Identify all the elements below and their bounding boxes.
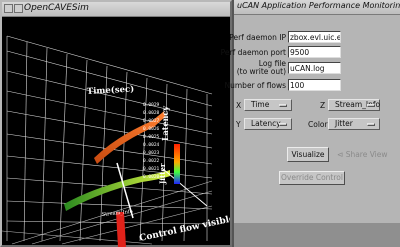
svg-text:0.0022: 0.0022 bbox=[143, 158, 160, 164]
share-view-icon: ⊲ bbox=[337, 150, 344, 159]
color-select[interactable]: Jitter bbox=[328, 118, 380, 130]
color-label: Color bbox=[308, 120, 328, 129]
cave-window-title: OpenCAVESim bbox=[24, 3, 89, 13]
daemon-port-input[interactable]: 9500 bbox=[288, 46, 341, 58]
svg-text:0.0023: 0.0023 bbox=[143, 150, 160, 156]
3d-viewport[interactable]: Time(sec) 0.0029 0.0028 0.0027 0.0026 0.… bbox=[2, 16, 230, 247]
jitter-axis-title: Jitter bbox=[158, 163, 167, 185]
y-axis-select[interactable]: Latency bbox=[244, 118, 292, 130]
time-axis-title: Time(sec) bbox=[87, 84, 135, 97]
num-flows-label: Number of flows bbox=[224, 81, 286, 90]
cave-titlebar[interactable]: OpenCAVESim bbox=[2, 2, 230, 17]
daemon-ip-label: Perf daemon IP bbox=[229, 33, 286, 42]
log-file-sublabel: (to write out) bbox=[236, 67, 286, 76]
svg-text:0.0025: 0.0025 bbox=[143, 134, 160, 140]
share-view-button[interactable]: ⊲ Share View bbox=[336, 147, 388, 162]
opencavesim-window: OpenCAVESim Time(sec) 0.0029 0.0028 0.00… bbox=[0, 0, 232, 247]
jitter-color-legend bbox=[174, 144, 180, 184]
svg-text:0.0028: 0.0028 bbox=[143, 110, 160, 116]
perf-titlebar[interactable]: uCAN Application Performance Monitoring bbox=[234, 0, 400, 15]
perf-monitor-window: uCAN Application Performance Monitoring … bbox=[221, 0, 400, 247]
visualize-button[interactable]: Visualize bbox=[287, 147, 329, 162]
x-axis-label: X bbox=[236, 101, 242, 110]
z-axis-select[interactable]: Stream_Info bbox=[328, 99, 380, 111]
minimize-icon[interactable] bbox=[14, 4, 23, 13]
svg-text:0.0029: 0.0029 bbox=[143, 102, 160, 108]
x-axis-select[interactable]: Time bbox=[244, 99, 292, 111]
svg-text:0.0024: 0.0024 bbox=[143, 142, 160, 148]
y-axis-label: Y bbox=[236, 120, 241, 129]
override-control-button[interactable]: Override Control bbox=[279, 171, 345, 185]
daemon-port-label: Perf daemon port bbox=[220, 48, 286, 57]
scene-canvas: Time(sec) 0.0029 0.0028 0.0027 0.0026 0.… bbox=[2, 35, 230, 247]
red-bar bbox=[116, 212, 126, 247]
window-menu-icon[interactable] bbox=[4, 4, 13, 13]
perf-settings-panel: Perf daemon IP zbox.evl.uic.edu Perf dae… bbox=[221, 15, 400, 223]
desktop-background bbox=[234, 223, 400, 247]
perf-window-title: uCAN Application Performance Monitoring bbox=[237, 1, 400, 10]
svg-text:0.0026: 0.0026 bbox=[143, 126, 160, 132]
z-axis-label: Z bbox=[320, 101, 326, 110]
log-file-input[interactable]: uCAN.log bbox=[288, 62, 341, 74]
daemon-ip-input[interactable]: zbox.evl.uic.edu bbox=[288, 31, 341, 43]
num-flows-input[interactable]: 100 bbox=[288, 79, 341, 91]
svg-text:0.0027: 0.0027 bbox=[143, 118, 160, 124]
latency-axis-title: Latency bbox=[160, 106, 170, 141]
